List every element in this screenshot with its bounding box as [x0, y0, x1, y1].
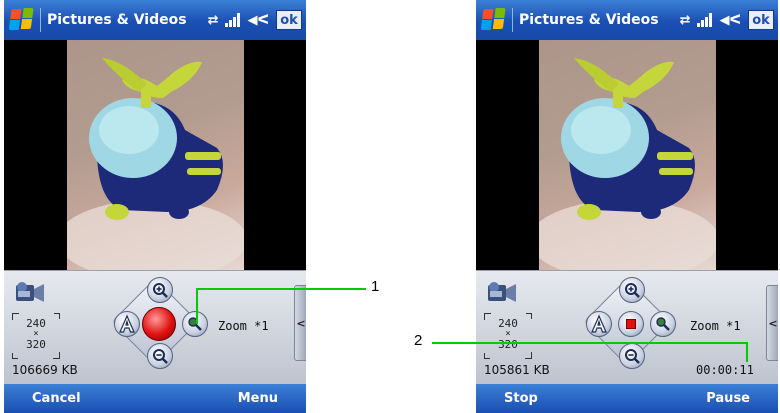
callout-2-vertical-line — [746, 342, 748, 362]
magnifier-icon — [656, 317, 670, 331]
free-storage: 105861 KB — [484, 363, 550, 377]
camera-control-panel: 240 × 320 105861 KB Zoom *1 00:00:11 < — [476, 270, 778, 384]
resolution-selector[interactable]: 240 × 320 — [484, 313, 532, 359]
app-title: Pictures & Videos — [47, 12, 187, 28]
connectivity-icon[interactable]: ⇄ — [680, 13, 691, 28]
resolution-selector[interactable]: 240 × 320 — [12, 313, 60, 359]
camera-viewfinder — [4, 40, 306, 270]
side-panel-toggle[interactable]: < — [766, 285, 778, 361]
title-separator — [40, 8, 41, 32]
zoom-in-icon — [153, 283, 168, 298]
magnifier-icon — [188, 317, 202, 331]
zoom-in-button[interactable] — [619, 277, 645, 303]
soft-key-bar: Cancel Menu — [4, 384, 306, 413]
signal-icon[interactable] — [697, 13, 713, 27]
preview-image — [539, 40, 716, 270]
left-phone-screen: Pictures & Videos ⇄ ◀ᐸ ok 240 × 320 1066… — [4, 0, 306, 413]
connectivity-icon[interactable]: ⇄ — [208, 13, 219, 28]
title-separator — [512, 8, 513, 32]
app-title: Pictures & Videos — [519, 12, 659, 28]
free-storage: 106669 KB — [12, 363, 78, 377]
volume-icon[interactable]: ◀ᐸ — [719, 13, 741, 28]
zoom-out-button[interactable] — [147, 343, 173, 369]
zoom-level: Zoom *1 — [690, 319, 741, 333]
menu-softkey[interactable]: Menu — [238, 391, 278, 406]
callout-1-vertical-line — [196, 288, 198, 324]
resolution-times: × — [33, 329, 39, 339]
camera-viewfinder — [476, 40, 778, 270]
zoom-slider-button[interactable] — [650, 311, 676, 337]
zoom-out-icon — [625, 349, 640, 364]
recording-timer: 00:00:11 — [696, 363, 754, 377]
pause-softkey[interactable]: Pause — [706, 391, 750, 406]
resolution-times: × — [505, 329, 511, 339]
zoom-slider-button[interactable] — [182, 311, 208, 337]
zoom-level: Zoom *1 — [218, 319, 269, 333]
text-overlay-button[interactable] — [114, 311, 140, 337]
signal-icon[interactable] — [225, 13, 241, 27]
soft-key-bar: Stop Pause — [476, 384, 778, 413]
callout-1-horizontal-line — [196, 288, 366, 290]
zoom-in-button[interactable] — [147, 277, 173, 303]
title-bar: Pictures & Videos ⇄ ◀ᐸ ok — [4, 0, 306, 40]
video-camera-icon[interactable] — [12, 279, 46, 305]
windows-start-icon[interactable] — [8, 8, 37, 32]
zoom-out-button[interactable] — [619, 343, 645, 369]
callout-2-horizontal-line — [432, 342, 748, 344]
text-overlay-button[interactable] — [586, 311, 612, 337]
resolution-height: 320 — [498, 338, 518, 351]
side-panel-toggle[interactable]: < — [294, 285, 306, 361]
windows-start-icon[interactable] — [480, 8, 509, 32]
letter-a-icon — [591, 314, 607, 333]
callout-2-label: 2 — [414, 332, 423, 349]
zoom-out-icon — [153, 349, 168, 364]
cancel-softkey[interactable]: Cancel — [32, 391, 81, 406]
ok-button[interactable]: ok — [748, 10, 774, 30]
callout-1-label: 1 — [371, 278, 380, 295]
stop-softkey[interactable]: Stop — [504, 391, 538, 406]
right-phone-screen: Pictures & Videos ⇄ ◀ᐸ ok 240 × 320 1058… — [476, 0, 778, 413]
record-button[interactable] — [142, 307, 176, 341]
volume-icon[interactable]: ◀ᐸ — [247, 13, 269, 28]
letter-a-icon — [119, 314, 135, 333]
stop-icon — [626, 319, 636, 329]
title-bar: Pictures & Videos ⇄ ◀ᐸ ok — [476, 0, 778, 40]
stop-button[interactable] — [618, 311, 644, 337]
video-camera-icon[interactable] — [484, 279, 518, 305]
resolution-height: 320 — [26, 338, 46, 351]
ok-button[interactable]: ok — [276, 10, 302, 30]
zoom-in-icon — [625, 283, 640, 298]
preview-image — [67, 40, 244, 270]
